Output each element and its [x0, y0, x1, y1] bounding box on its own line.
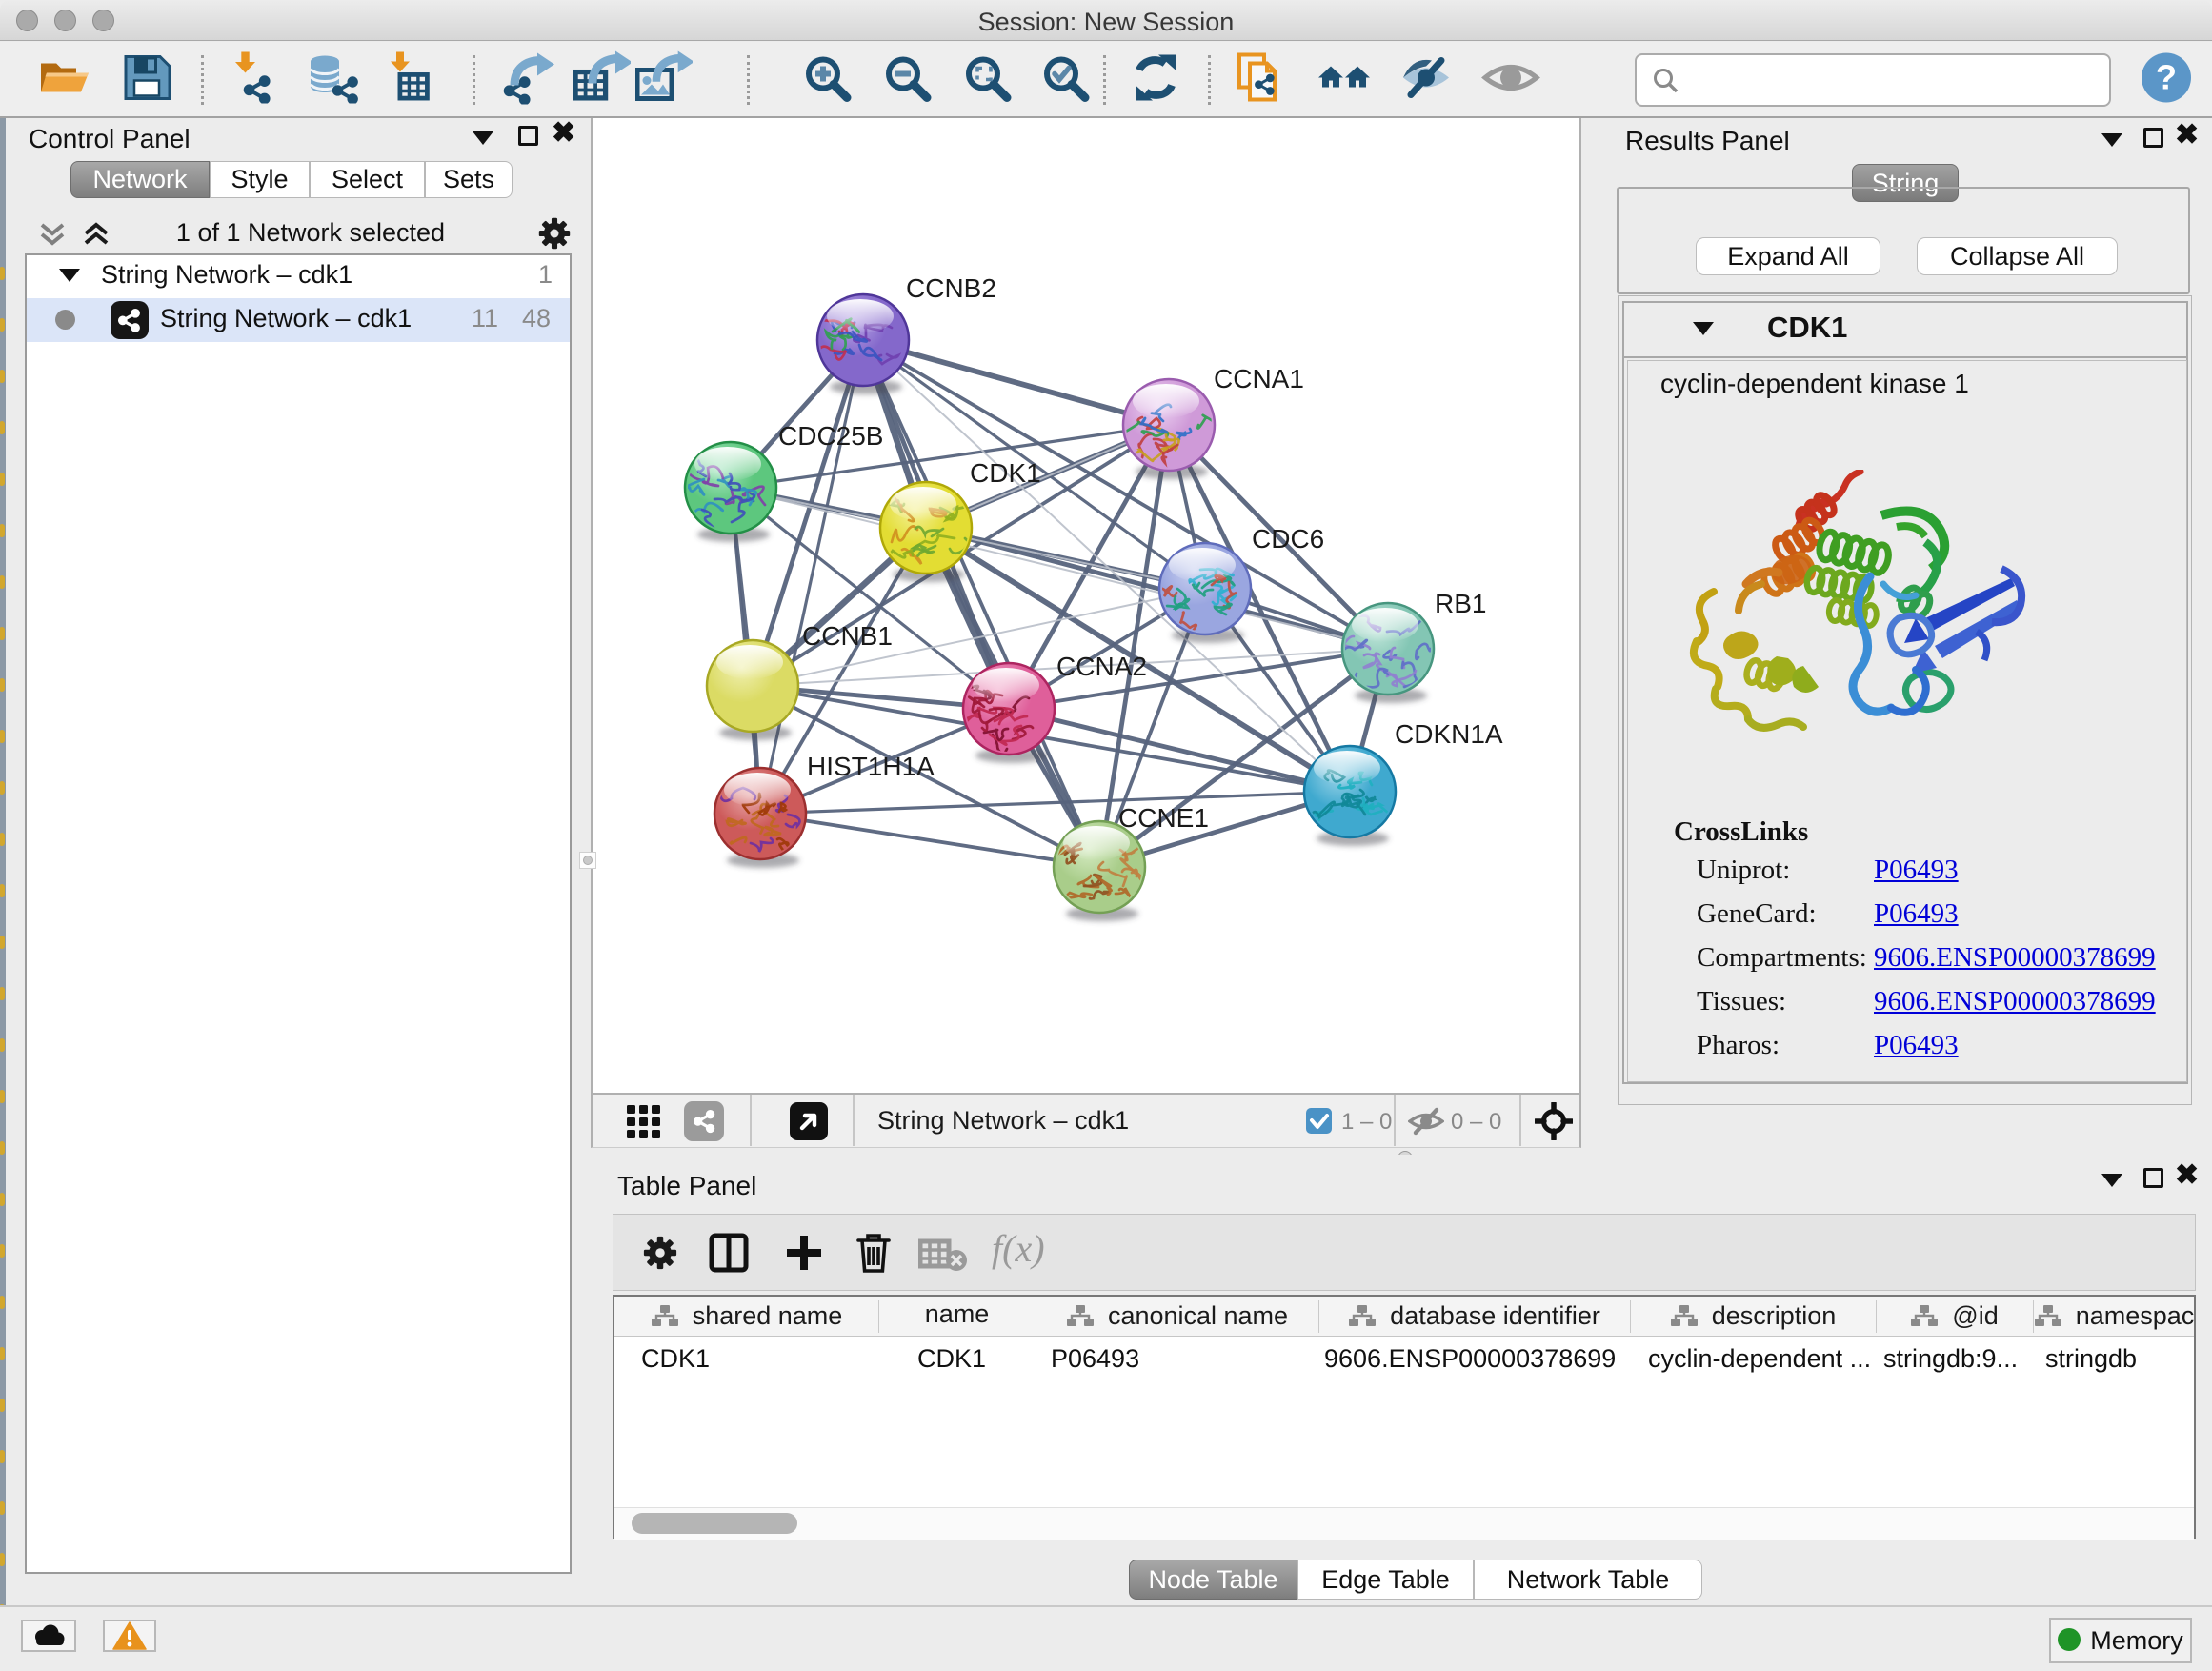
svg-text:CCNA1: CCNA1 — [1214, 364, 1304, 393]
svg-text:CDC25B: CDC25B — [778, 421, 883, 451]
svg-text:RB1: RB1 — [1435, 589, 1486, 618]
svg-text:CDK1: CDK1 — [970, 458, 1041, 488]
svg-text:CCNA2: CCNA2 — [1056, 652, 1147, 681]
svg-text:CDKN1A: CDKN1A — [1395, 719, 1503, 749]
svg-text:?: ? — [2156, 58, 2177, 97]
svg-text:HIST1H1A: HIST1H1A — [807, 752, 935, 781]
svg-text:CCNB1: CCNB1 — [802, 621, 893, 651]
svg-text:CDC6: CDC6 — [1252, 524, 1324, 554]
svg-text:CCNE1: CCNE1 — [1118, 803, 1209, 833]
svg-text:CCNB2: CCNB2 — [906, 273, 996, 303]
